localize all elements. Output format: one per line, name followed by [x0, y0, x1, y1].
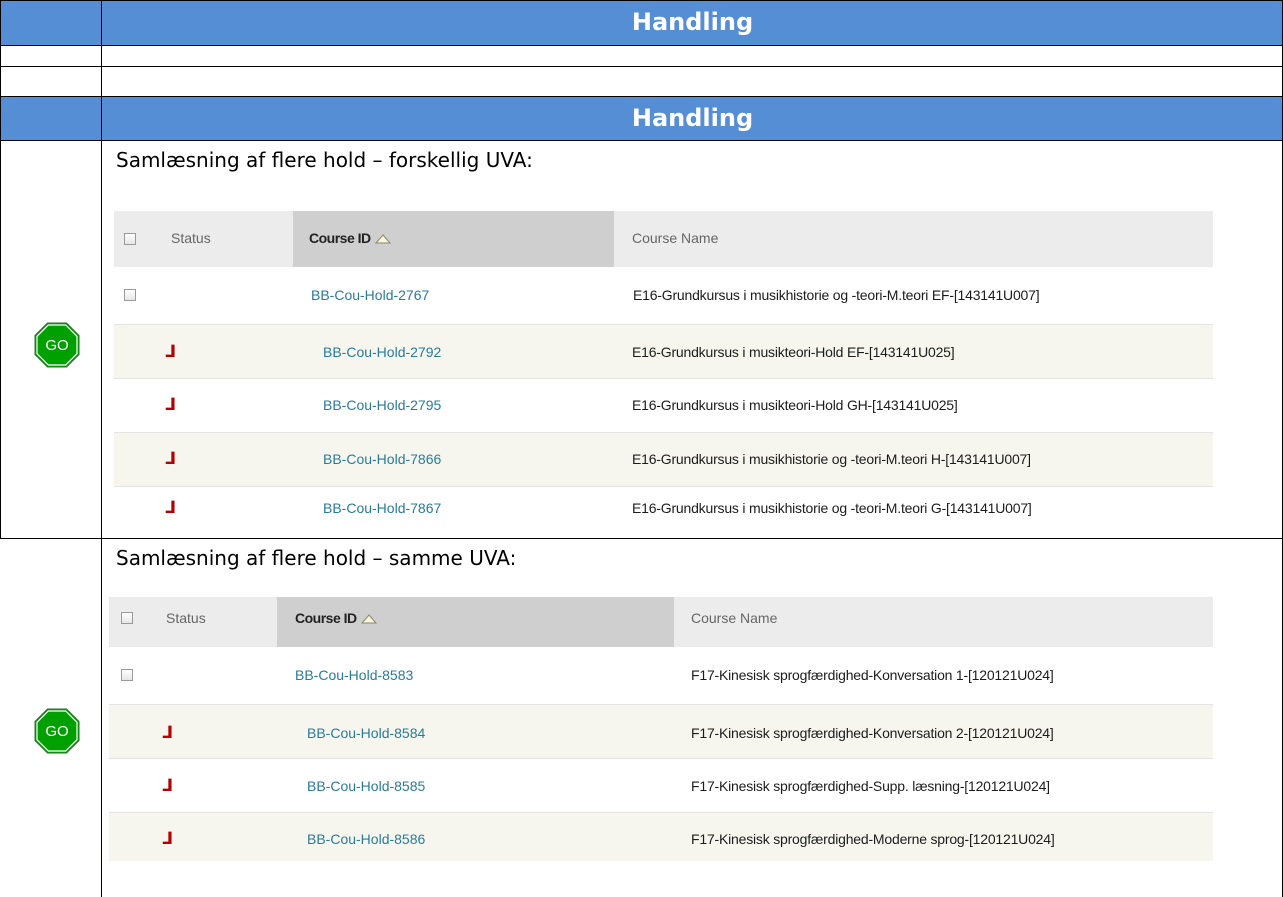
section-2-title: Samlæsning af flere hold – samme UVA:: [116, 546, 517, 570]
go-label-2: GO: [45, 722, 69, 740]
grid1-course-id-header[interactable]: Course ID: [309, 230, 391, 246]
border-h1: [0, 45, 1283, 46]
grid2-course-name-header[interactable]: Course Name: [691, 610, 777, 626]
grid2-child-2-course-id[interactable]: BB-Cou-Hold-8585: [307, 778, 425, 794]
border-mid: [101, 0, 102, 897]
go-sign-2: GO: [34, 708, 80, 754]
grid1-child-3-course-id[interactable]: BB-Cou-Hold-7866: [323, 451, 441, 467]
grid2-parent-course-name: F17-Kinesisk sprogfærdighed-Konversation…: [691, 667, 1054, 683]
grid2-parent-checkbox[interactable]: [121, 669, 133, 681]
sort-ascending-icon: [360, 614, 377, 624]
grid1-status-header[interactable]: Status: [171, 230, 211, 246]
grid2-status-header[interactable]: Status: [166, 610, 206, 626]
grid2-child-1-course-id[interactable]: BB-Cou-Hold-8584: [307, 725, 425, 741]
header-left-cell: [0, 0, 101, 45]
header2-left-cell: [0, 96, 101, 140]
grid2-select-all-checkbox[interactable]: [121, 612, 133, 624]
child-arrow-icon: ⅃: [165, 449, 176, 469]
grid1-course-name-header[interactable]: Course Name: [632, 230, 718, 246]
grid1-child-1-course-id[interactable]: BB-Cou-Hold-2792: [323, 344, 441, 360]
header2-title: Handling: [631, 104, 754, 132]
header-title: Handling: [631, 8, 754, 36]
child-arrow-icon: ⅃: [162, 723, 173, 743]
border-h4: [0, 538, 1283, 539]
border-top: [0, 0, 1283, 1]
child-arrow-icon: ⅃: [165, 395, 176, 415]
grid1-child-4-course-name: E16-Grundkursus i musikhistorie og -teor…: [632, 500, 1032, 516]
grid1-child-2-course-id[interactable]: BB-Cou-Hold-2795: [323, 397, 441, 413]
grid2-child-1-course-name: F17-Kinesisk sprogfærdighed-Konversation…: [691, 725, 1054, 741]
child-arrow-icon: ⅃: [165, 342, 176, 362]
child-arrow-icon: ⅃: [162, 829, 173, 849]
grid1-child-4-course-id[interactable]: BB-Cou-Hold-7867: [323, 500, 441, 516]
grid1-child-1-course-name: E16-Grundkursus i musikteori-Hold EF-[14…: [632, 344, 955, 360]
grid1-course-id-header-label: Course ID: [309, 230, 371, 246]
grid1-select-all-checkbox[interactable]: [124, 233, 136, 245]
child-arrow-icon: ⅃: [162, 776, 173, 796]
grid2-course-id-header[interactable]: Course ID: [295, 610, 377, 626]
border-h3: [0, 140, 1283, 141]
grid1-child-3-course-name: E16-Grundkursus i musikhistorie og -teor…: [632, 451, 1031, 467]
child-arrow-icon: ⅃: [165, 498, 176, 518]
grid2-course-id-header-label: Course ID: [295, 610, 357, 626]
border-left: [0, 0, 1, 538]
grid2-parent-course-id[interactable]: BB-Cou-Hold-8583: [295, 667, 413, 683]
document-table: Handling Handling Samlæsning af flere ho…: [0, 0, 1283, 897]
border-h2b: [0, 96, 1283, 97]
section-1-title: Samlæsning af flere hold – forskellig UV…: [116, 148, 533, 172]
grid1-child-2-course-name: E16-Grundkursus i musikteori-Hold GH-[14…: [632, 397, 958, 413]
grid2-child-2-course-name: F17-Kinesisk sprogfærdighed-Supp. læsnin…: [691, 778, 1050, 794]
go-label-1: GO: [45, 336, 69, 354]
go-sign-1: GO: [34, 322, 80, 368]
grid1-parent-course-name: E16-Grundkursus i musikhistorie og -teor…: [633, 287, 1040, 303]
grid1-parent-course-id[interactable]: BB-Cou-Hold-2767: [311, 287, 429, 303]
sort-ascending-icon: [374, 234, 391, 244]
grid1-parent-checkbox[interactable]: [124, 289, 136, 301]
grid2-child-3-course-id[interactable]: BB-Cou-Hold-8586: [307, 831, 425, 847]
grid2-child-3-course-name: F17-Kinesisk sprogfærdighed-Moderne spro…: [691, 831, 1055, 847]
border-h2: [0, 66, 1283, 67]
